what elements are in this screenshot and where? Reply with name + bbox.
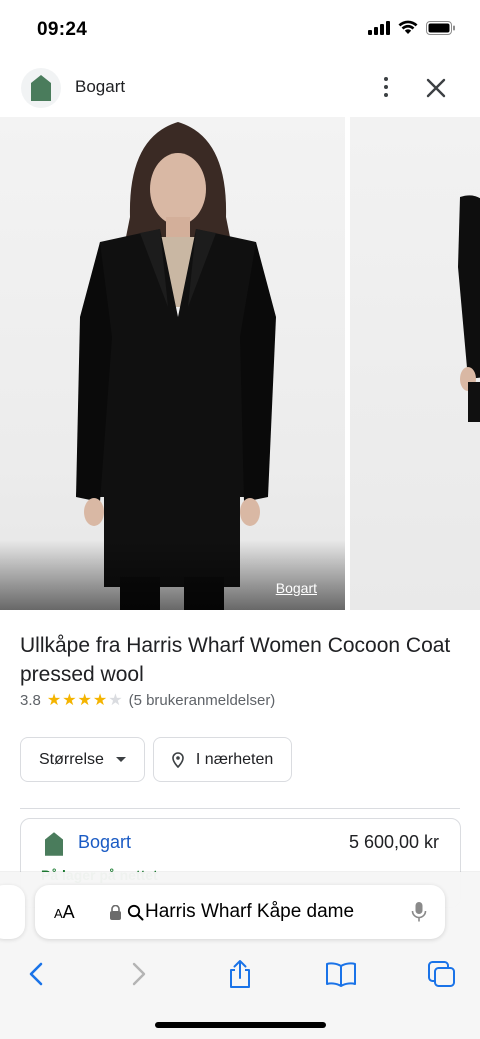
star-rating: ★ ★ ★ ★ ★: [46, 691, 123, 709]
more-options-button[interactable]: [376, 72, 396, 102]
product-image-main[interactable]: Bogart: [0, 117, 345, 610]
brand-name[interactable]: Bogart: [75, 77, 125, 97]
bogart-logo-icon: [31, 75, 51, 101]
address-text[interactable]: Harris Wharf Kåpe dame: [145, 901, 354, 923]
offer-price: 5 600,00 kr: [348, 832, 439, 852]
cellular-signal-icon: [368, 20, 390, 35]
back-button[interactable]: [16, 954, 56, 994]
product-photo: [76, 122, 276, 610]
lock-icon: [110, 905, 121, 920]
review-count[interactable]: (5 brukeranmeldelser): [129, 692, 276, 709]
size-filter-chip[interactable]: Størrelse: [20, 737, 145, 782]
star-icon: ★: [92, 691, 108, 709]
rating-value: 3.8: [20, 692, 41, 709]
battery-icon: [426, 20, 455, 35]
rating-row[interactable]: 3.8 ★ ★ ★ ★ ★ (5 brukeranmeldelser): [20, 692, 275, 709]
image-overlay: [0, 540, 345, 610]
text-size-button[interactable]: AA: [54, 902, 75, 923]
product-title: Ullkåpe fra Harris Wharf Women Cocoon Co…: [20, 634, 451, 686]
forward-icon: [132, 962, 146, 986]
bogart-logo-icon: [45, 832, 63, 856]
product-image-secondary[interactable]: [350, 117, 480, 610]
close-icon[interactable]: [422, 74, 450, 102]
share-icon: [230, 960, 250, 988]
back-icon: [29, 962, 43, 986]
wifi-icon: [398, 20, 418, 34]
product-photo-secondary: [458, 195, 480, 422]
share-button[interactable]: [220, 954, 260, 994]
divider: [20, 808, 460, 809]
nearby-filter-label: I nærheten: [195, 750, 274, 768]
brand-logo[interactable]: [21, 68, 61, 108]
microphone-icon[interactable]: [411, 901, 427, 923]
address-bar[interactable]: AA Harris Wharf Kåpe dame: [35, 885, 445, 939]
status-time: 09:24: [37, 19, 88, 40]
tabs-button[interactable]: [422, 954, 462, 994]
status-icons: [368, 20, 456, 35]
tabs-icon: [428, 961, 455, 987]
header: Bogart: [0, 60, 480, 116]
filter-chips: Størrelse I nærheten: [20, 737, 293, 782]
forward-button[interactable]: [119, 954, 159, 994]
size-filter-label: Størrelse: [39, 750, 104, 768]
star-icon: ★: [46, 691, 62, 709]
search-icon: [127, 904, 144, 921]
status-bar: 09:24: [0, 0, 480, 60]
bookmarks-button[interactable]: [321, 954, 361, 994]
browser-toolbar: AA Harris Wharf Kåpe dame: [0, 872, 480, 1039]
home-indicator: [155, 1022, 326, 1028]
star-icon: ★: [77, 691, 92, 709]
star-icon: ★: [62, 691, 77, 709]
star-icon: ★: [108, 691, 123, 709]
chevron-down-icon: [115, 757, 126, 762]
nearby-filter-chip[interactable]: I nærheten: [152, 737, 293, 782]
previous-tab-peek[interactable]: [0, 885, 25, 939]
location-pin-icon: [172, 751, 184, 768]
bookmarks-icon: [326, 962, 356, 987]
image-carousel[interactable]: Bogart: [0, 117, 480, 610]
browser-nav-row: [0, 954, 480, 994]
image-source-link[interactable]: Bogart: [276, 580, 317, 596]
offer-seller-link[interactable]: Bogart: [78, 832, 131, 853]
more-vert-icon: [384, 77, 388, 81]
